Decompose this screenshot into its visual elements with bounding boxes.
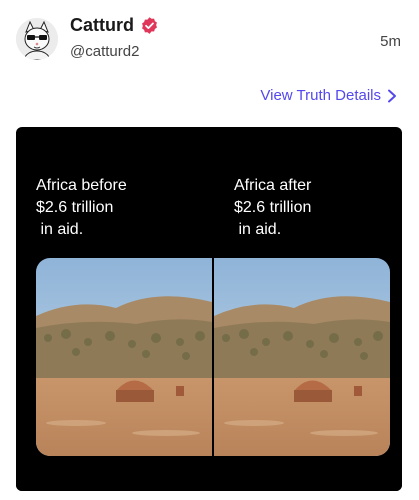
right-caption-line: in aid.: [234, 221, 282, 238]
verified-badge-icon: [140, 16, 159, 35]
post-timestamp: 5m: [380, 33, 401, 50]
cat-avatar-icon: [16, 18, 58, 60]
view-truth-details-link[interactable]: View Truth Details: [260, 87, 397, 104]
name-row: Catturd: [70, 15, 159, 36]
right-caption-line: $2.6 trillion: [234, 199, 312, 216]
view-truth-details-label: View Truth Details: [260, 87, 381, 104]
right-caption-line: Africa after: [234, 177, 312, 194]
user-handle[interactable]: @catturd2: [70, 43, 139, 60]
media-bottom-band: [16, 461, 402, 491]
photo-frame: [36, 258, 390, 456]
right-caption: Africa after $2.6 trillion in aid.: [234, 175, 311, 241]
left-caption-line: $2.6 trillion: [36, 199, 114, 216]
avatar[interactable]: [16, 18, 58, 60]
savanna-village-photo-right: [214, 258, 390, 456]
left-caption-line: in aid.: [36, 221, 84, 238]
display-name[interactable]: Catturd: [70, 15, 134, 36]
post-header: Catturd @catturd2 5m: [16, 14, 403, 64]
left-caption-line: Africa before: [36, 177, 127, 194]
chevron-right-icon: [387, 89, 397, 103]
post-media-image[interactable]: Africa before $2.6 trillion in aid. Afri…: [16, 127, 402, 491]
savanna-village-photo-left: [36, 258, 212, 456]
left-caption: Africa before $2.6 trillion in aid.: [36, 175, 127, 241]
